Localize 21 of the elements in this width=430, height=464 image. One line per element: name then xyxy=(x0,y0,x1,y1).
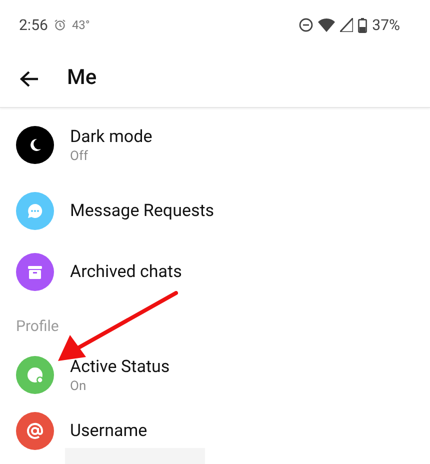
battery-icon xyxy=(358,18,368,32)
section-heading: Profile xyxy=(16,316,59,336)
setting-value: On xyxy=(70,379,88,395)
do-not-disturb-icon xyxy=(299,18,314,32)
battery-percent: 37% xyxy=(372,14,400,36)
page-title: Me xyxy=(67,64,97,92)
setting-label[interactable]: Archived chats xyxy=(70,260,182,284)
status-time: 2:56 xyxy=(19,14,48,36)
setting-label[interactable]: Message Requests xyxy=(70,199,214,223)
status-temperature: 43° xyxy=(72,17,90,34)
setting-label[interactable]: Username xyxy=(70,419,148,443)
status-circle-icon xyxy=(25,365,45,385)
wifi-icon xyxy=(318,18,336,32)
setting-value: Off xyxy=(70,149,89,165)
archive-box-icon xyxy=(26,263,44,281)
signal-icon xyxy=(340,18,354,32)
at-sign-icon xyxy=(25,421,45,441)
alarm-clock-icon xyxy=(54,19,66,31)
setting-label[interactable]: Active Status xyxy=(70,355,170,379)
chat-bubble-icon xyxy=(26,202,44,220)
setting-label[interactable]: Dark mode xyxy=(70,125,152,149)
